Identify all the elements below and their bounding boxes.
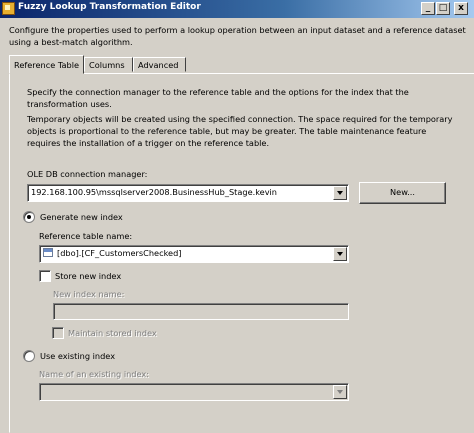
- new-index-name-input[interactable]: [53, 303, 349, 320]
- maintain-stored-index-checkbox[interactable]: [52, 327, 64, 339]
- chevron-down-icon[interactable]: [333, 385, 347, 399]
- table-icon: [43, 248, 53, 257]
- use-existing-index-label[interactable]: Use existing index: [40, 351, 115, 361]
- reference-table-label: Reference table name:: [39, 231, 133, 241]
- maximize-button[interactable]: □: [436, 2, 450, 15]
- minimize-button[interactable]: _: [421, 2, 435, 15]
- reference-table-dropdown[interactable]: [dbo].[CF_CustomersChecked]: [39, 245, 349, 263]
- tab-reference-table[interactable]: Reference Table: [9, 55, 84, 74]
- editor-description: Configure the properties used to perform…: [9, 25, 466, 47]
- new-index-name-label: New index name:: [53, 289, 125, 299]
- window-title: Fuzzy Lookup Transformation Editor: [18, 2, 201, 12]
- title-bar: Fuzzy Lookup Transformation Editor _ □ x: [0, 0, 474, 18]
- temporary-objects-note: Temporary objects will be created using …: [27, 114, 453, 148]
- chevron-down-icon[interactable]: [333, 186, 347, 200]
- new-connection-button[interactable]: New...: [359, 182, 446, 204]
- tab-columns[interactable]: Columns: [84, 57, 133, 72]
- connection-manager-dropdown[interactable]: 192.168.100.95\mssqlserver2008.BusinessH…: [27, 184, 349, 202]
- generate-new-index-radio[interactable]: [23, 211, 35, 223]
- tab-advanced[interactable]: Advanced: [133, 57, 186, 72]
- close-button[interactable]: x: [454, 2, 468, 15]
- chevron-down-icon[interactable]: [333, 247, 347, 261]
- existing-index-label: Name of an existing index:: [39, 369, 149, 379]
- store-new-index-checkbox[interactable]: [39, 270, 51, 282]
- reference-intro-text: Specify the connection manager to the re…: [27, 87, 409, 109]
- maintain-stored-index-label[interactable]: Maintain stored index: [68, 328, 157, 338]
- app-icon: [2, 2, 15, 15]
- generate-new-index-label[interactable]: Generate new index: [40, 212, 123, 222]
- use-existing-index-radio[interactable]: [23, 350, 35, 362]
- existing-index-dropdown[interactable]: [39, 383, 349, 401]
- reference-table-value: [dbo].[CF_CustomersChecked]: [57, 248, 182, 258]
- connection-manager-value: 192.168.100.95\mssqlserver2008.BusinessH…: [31, 187, 278, 197]
- connection-manager-label: OLE DB connection manager:: [27, 169, 148, 179]
- store-new-index-label[interactable]: Store new index: [55, 271, 121, 281]
